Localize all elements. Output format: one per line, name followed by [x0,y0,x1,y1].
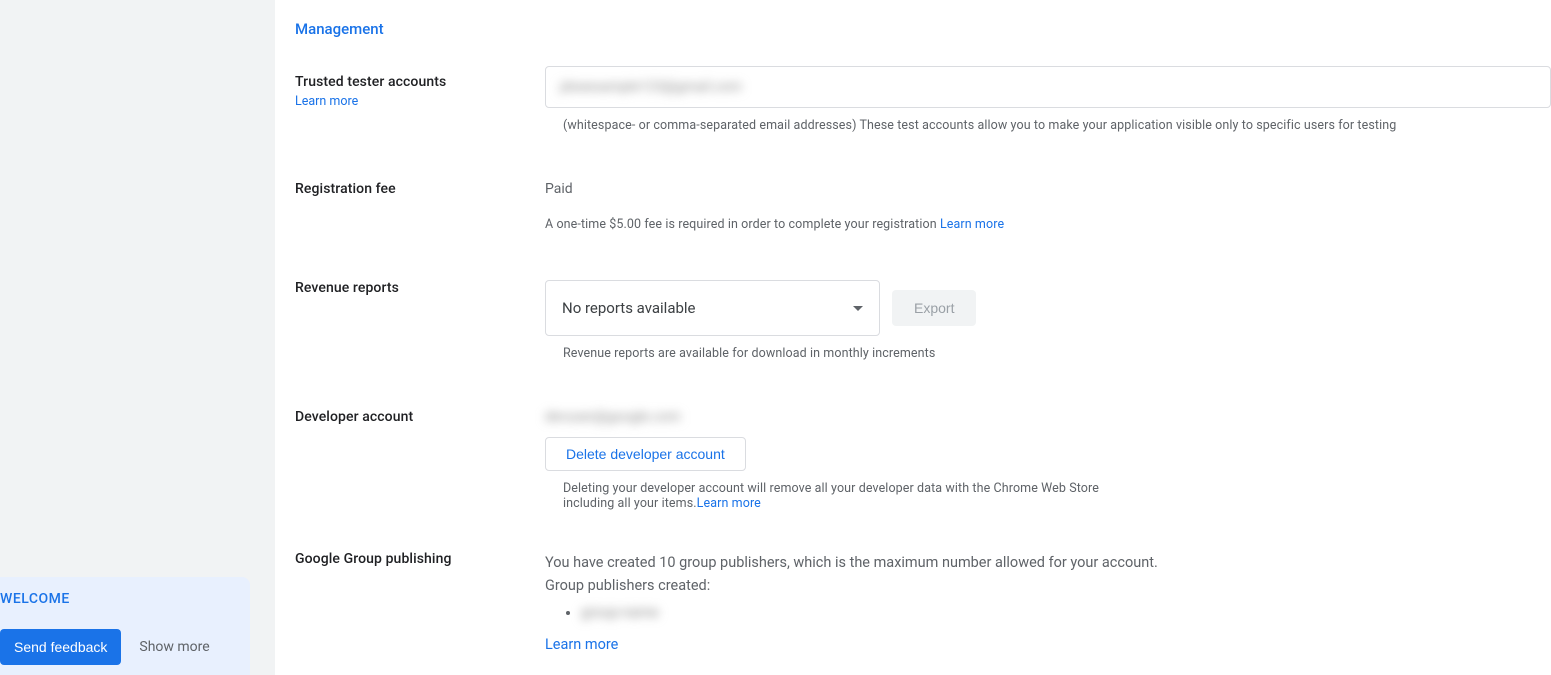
send-feedback-button[interactable]: Send feedback [0,629,121,665]
revenue-reports-row: Revenue reports No reports available Exp… [295,280,1551,361]
welcome-title: WELCOME [0,591,234,607]
registration-fee-value: Paid [545,181,1551,197]
developer-account-row: Developer account devuser@google.com Del… [295,409,1551,511]
group-publishing-row: Google Group publishing You have created… [295,551,1551,656]
management-section-header: Management [295,20,1551,38]
trusted-tester-learn-more-link[interactable]: Learn more [295,94,545,109]
welcome-card: WELCOME Send feedback Show more [0,577,250,675]
revenue-select-value: No reports available [562,299,696,317]
registration-learn-more-link[interactable]: Learn more [940,217,1004,232]
trusted-tester-label: Trusted tester accounts [295,74,545,90]
trusted-tester-input[interactable]: jdoeexample123@gmail.com [545,66,1551,108]
group-publisher-item: group-name [581,601,1551,624]
trusted-tester-row: Trusted tester accounts Learn more jdoee… [295,74,1551,133]
registration-fee-helper: A one-time $5.00 fee is required in orde… [545,217,1551,232]
group-publishing-line1: You have created 10 group publishers, wh… [545,551,1551,574]
group-publishing-body: You have created 10 group publishers, wh… [545,551,1551,656]
developer-email: devuser@google.com [545,409,1551,425]
group-learn-more-link[interactable]: Learn more [545,633,618,656]
main-content: Management Trusted tester accounts Learn… [275,0,1551,675]
welcome-actions: Send feedback Show more [0,629,234,665]
revenue-helper: Revenue reports are available for downlo… [563,346,1551,361]
registration-fee-label: Registration fee [295,181,545,197]
trusted-tester-value: jdoeexample123@gmail.com [560,79,742,95]
delete-developer-button[interactable]: Delete developer account [545,437,746,471]
developer-account-label: Developer account [295,409,545,425]
trusted-tester-helper: (whitespace- or comma-separated email ad… [563,118,1551,133]
show-more-button[interactable]: Show more [139,639,209,655]
revenue-reports-label: Revenue reports [295,280,545,296]
group-publishing-line2: Group publishers created: [545,574,1551,597]
revenue-reports-select[interactable]: No reports available [545,280,880,336]
group-publishing-label: Google Group publishing [295,551,545,567]
developer-delete-helper: Deleting your developer account will rem… [563,481,1103,511]
export-button[interactable]: Export [892,290,976,326]
developer-learn-more-link[interactable]: Learn more [697,496,761,511]
registration-fee-row: Registration fee Paid A one-time $5.00 f… [295,181,1551,232]
sidebar: WELCOME Send feedback Show more [0,0,275,675]
chevron-down-icon [853,306,863,311]
